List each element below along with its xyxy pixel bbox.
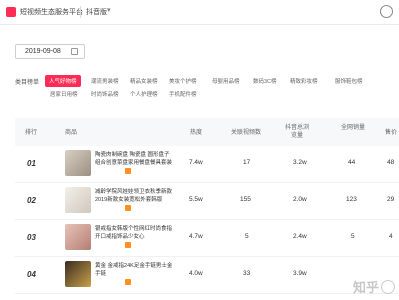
heat-cell: 4.7w (189, 233, 203, 240)
category-tab-11[interactable]: 手机配件榜 (169, 90, 197, 98)
category-tab-1[interactable]: 潮流男装榜 (91, 77, 119, 85)
category-tab-2[interactable]: 精品女装榜 (130, 77, 158, 85)
category-label: 类目榜单 (15, 80, 40, 86)
shop-tag-icon (125, 279, 131, 285)
header-sales[interactable]: 全网销量 (341, 124, 365, 132)
videos-cell: 5 (245, 233, 249, 240)
rank-cell: 01 (27, 159, 36, 168)
header-views[interactable]: 抖音总浏览量 (283, 124, 311, 140)
category-tab-8[interactable]: 居家日用榜 (50, 90, 78, 98)
product-thumbnail[interactable] (65, 261, 91, 287)
sales-cell: 123 (346, 196, 357, 203)
price-cell: 29 (387, 196, 395, 203)
price-cell: 4 (389, 233, 393, 240)
user-avatar-icon[interactable] (380, 5, 393, 18)
videos-cell: 155 (240, 196, 251, 203)
date-value: 2019-09-08 (25, 48, 61, 55)
sales-cell: 5 (351, 233, 355, 240)
category-tab-0[interactable]: 人气好物榜 (45, 75, 81, 87)
category-tab-4[interactable]: 母婴用品榜 (212, 77, 240, 85)
shop-tag-icon (125, 168, 131, 174)
table-row[interactable]: 04 黄金 金戒指24K足金手链男士金手链 4.0w 33 3.9w (15, 257, 399, 294)
watermark-text: 知乎 (352, 280, 379, 295)
views-cell: 3.2w (293, 159, 307, 166)
category-tab-10[interactable]: 个人护理榜 (130, 90, 158, 98)
category-tab-5[interactable]: 数码3C榜 (253, 77, 277, 85)
product-thumbnail[interactable] (65, 187, 91, 213)
heat-cell: 5.5w (189, 196, 203, 203)
platform-switch-label[interactable]: 抖音版 (86, 7, 107, 17)
product-title[interactable]: 黄金 金戒指24K足金手链男士金手链 (95, 262, 175, 278)
heat-cell: 7.4w (189, 159, 203, 166)
category-tab-9[interactable]: 时尚饰品榜 (91, 90, 119, 98)
header-price[interactable]: 售价 (385, 129, 397, 137)
divider (80, 6, 81, 18)
rank-cell: 03 (27, 233, 36, 242)
views-cell: 2.4w (293, 233, 307, 240)
category-tab-6[interactable]: 精致彩妆榜 (290, 77, 318, 85)
shop-tag-icon (125, 242, 131, 248)
shop-tag-icon (125, 205, 131, 211)
product-thumbnail[interactable] (65, 150, 91, 176)
header-product: 商品 (65, 130, 78, 136)
date-picker[interactable]: 2019-09-08 (15, 44, 85, 59)
brand-title: 短视频生态服务平台 (20, 9, 83, 16)
views-cell: 2.0w (293, 196, 307, 203)
header-heat[interactable]: 热度 (190, 129, 202, 137)
videos-cell: 33 (243, 270, 251, 277)
table-row[interactable]: 01 陶瓷肉制碗盘 陶瓷盘 圆形盘子组合创意菜盘家用餐盘餐具套装 7.4w 17… (15, 146, 399, 183)
rank-cell: 04 (27, 270, 36, 279)
videos-cell: 17 (243, 159, 251, 166)
top-bar: 短视频生态服务平台 抖音版 ▾ (0, 0, 399, 25)
product-title[interactable]: 减龄学院风娃娃领卫衣秋季新款2019新款女装宽松外套韩版 (95, 188, 175, 204)
product-title[interactable]: 陶瓷肉制碗盘 陶瓷盘 圆形盘子组合创意菜盘家用餐盘餐具套装 (95, 151, 175, 167)
category-tab-7[interactable]: 服饰鞋包榜 (335, 77, 363, 85)
heat-cell: 4.0w (189, 270, 203, 277)
header-rank: 排行 (25, 130, 38, 136)
product-thumbnail[interactable] (65, 224, 91, 250)
header-videos[interactable]: 关联视频数 (231, 129, 261, 137)
category-tab-3[interactable]: 美妆个护榜 (169, 77, 197, 85)
watermark-logo-icon (381, 280, 395, 294)
calendar-icon (71, 48, 78, 55)
views-cell: 3.9w (293, 270, 307, 277)
rank-cell: 02 (27, 196, 36, 205)
price-cell: 48 (387, 159, 395, 166)
table-header: 排行 商品 热度 关联视频数 抖音总浏览量 全网销量 售价 (15, 118, 399, 146)
product-title[interactable]: 银戒指女韩版个性网红时尚食指开口戒指饰品少女心 (95, 225, 175, 241)
table-row[interactable]: 02 减龄学院风娃娃领卫衣秋季新款2019新款女装宽松外套韩版 5.5w 155… (15, 183, 399, 220)
sales-cell: 44 (348, 159, 356, 166)
chevron-down-icon[interactable]: ▾ (107, 6, 111, 14)
app-logo-icon (6, 7, 16, 17)
table-row[interactable]: 03 银戒指女韩版个性网红时尚食指开口戒指饰品少女心 4.7w 5 2.4w 5… (15, 220, 399, 257)
